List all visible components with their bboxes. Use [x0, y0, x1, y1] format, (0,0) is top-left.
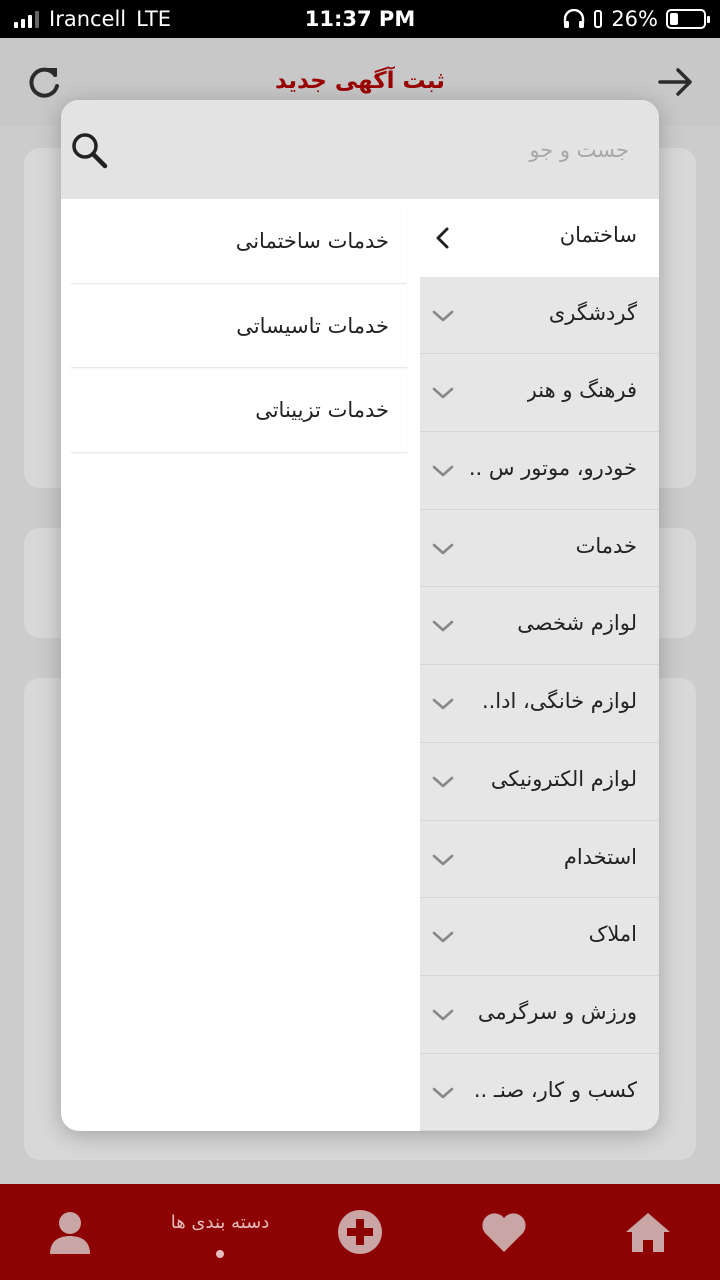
category-item[interactable]: لوازم الکترونیکی [420, 743, 659, 821]
chevron-left-icon [436, 227, 449, 249]
chevron-down-icon [432, 388, 454, 399]
category-label: لوازم الکترونیکی [490, 766, 637, 791]
status-bar: Irancell LTE 11:37 PM 26% [0, 0, 720, 38]
subcategory-item[interactable]: خدمات تزییناتی [71, 368, 407, 453]
search-icon[interactable] [69, 130, 109, 170]
category-label: لوازم خانگی، ادا.. [481, 689, 637, 714]
subcategory-label: خدمات ساختمانی [235, 229, 389, 253]
chevron-down-icon [432, 1087, 454, 1098]
category-picker-modal: خدمات ساختمانی خدمات تاسیساتی خدمات تزیینا… [61, 100, 659, 1131]
category-label: لوازم شخصی [517, 611, 637, 636]
alarm-icon [594, 10, 603, 28]
category-list: ساختمان گردشگری فرهنگ و هنر خودرو، موتور س … [420, 199, 659, 1131]
category-item[interactable]: ورزش و سرگرمی [420, 976, 659, 1054]
chevron-down-icon [432, 776, 454, 788]
category-item[interactable]: خدمات [420, 510, 659, 588]
category-label: ساختمان [559, 223, 637, 247]
category-item[interactable]: فرهنگ و هنر [420, 354, 659, 433]
chevron-down-icon [432, 931, 454, 943]
category-label: املاک [588, 922, 637, 947]
category-item[interactable]: کسب و کار، صنـ .. [420, 1054, 659, 1131]
chevron-down-icon [432, 621, 454, 632]
subcategory-item[interactable]: خدمات تاسیساتی [71, 284, 407, 368]
category-item[interactable]: خودرو، موتور س .. [420, 432, 659, 510]
category-item[interactable]: لوازم شخصی [420, 587, 659, 666]
search-bar [61, 100, 659, 199]
user-icon [50, 1212, 90, 1254]
add-circle-icon [338, 1210, 382, 1254]
category-label: کسب و کار، صنـ .. [473, 1077, 637, 1102]
category-label: گردشگری [548, 300, 637, 325]
subcategory-item[interactable]: خدمات ساختمانی [71, 199, 407, 284]
category-label: خودرو، موتور س .. [468, 456, 637, 481]
category-label: خدمات [575, 533, 637, 558]
battery-icon [666, 9, 710, 29]
heart-icon [482, 1213, 526, 1252]
nav-add[interactable] [310, 1184, 410, 1280]
headphones-icon [564, 9, 585, 28]
chevron-down-icon [432, 543, 454, 555]
category-item[interactable]: استخدام [420, 821, 659, 899]
category-label: فرهنگ و هنر [526, 378, 637, 403]
subcategory-label: خدمات تزییناتی [255, 398, 389, 422]
chevron-down-icon [432, 854, 454, 865]
category-item[interactable]: ساختمان [420, 199, 659, 277]
chevron-down-icon [432, 1009, 454, 1021]
bottom-nav: دسته بندی ها [0, 1184, 720, 1280]
category-label: استخدام [563, 844, 637, 869]
nav-active-dot [216, 1250, 224, 1258]
chevron-down-icon [432, 698, 454, 710]
category-item[interactable]: گردشگری [420, 277, 659, 355]
subcategory-label: خدمات تاسیساتی [236, 313, 389, 338]
nav-favorites[interactable] [454, 1184, 554, 1280]
home-icon [626, 1213, 670, 1252]
nav-profile[interactable] [20, 1184, 120, 1280]
subcategory-list: خدمات ساختمانی خدمات تاسیساتی خدمات تزیینا… [71, 199, 407, 453]
category-item[interactable]: لوازم خانگی، ادا.. [420, 665, 659, 743]
nav-home[interactable] [598, 1184, 698, 1280]
search-input[interactable] [189, 130, 629, 170]
chevron-down-icon [432, 310, 454, 321]
battery-percent: 26% [611, 7, 658, 31]
category-item[interactable]: املاک [420, 898, 659, 976]
category-label: ورزش و سرگرمی [477, 999, 637, 1024]
nav-categories-label[interactable]: دسته بندی ها [140, 1212, 300, 1233]
chevron-down-icon [432, 465, 454, 477]
